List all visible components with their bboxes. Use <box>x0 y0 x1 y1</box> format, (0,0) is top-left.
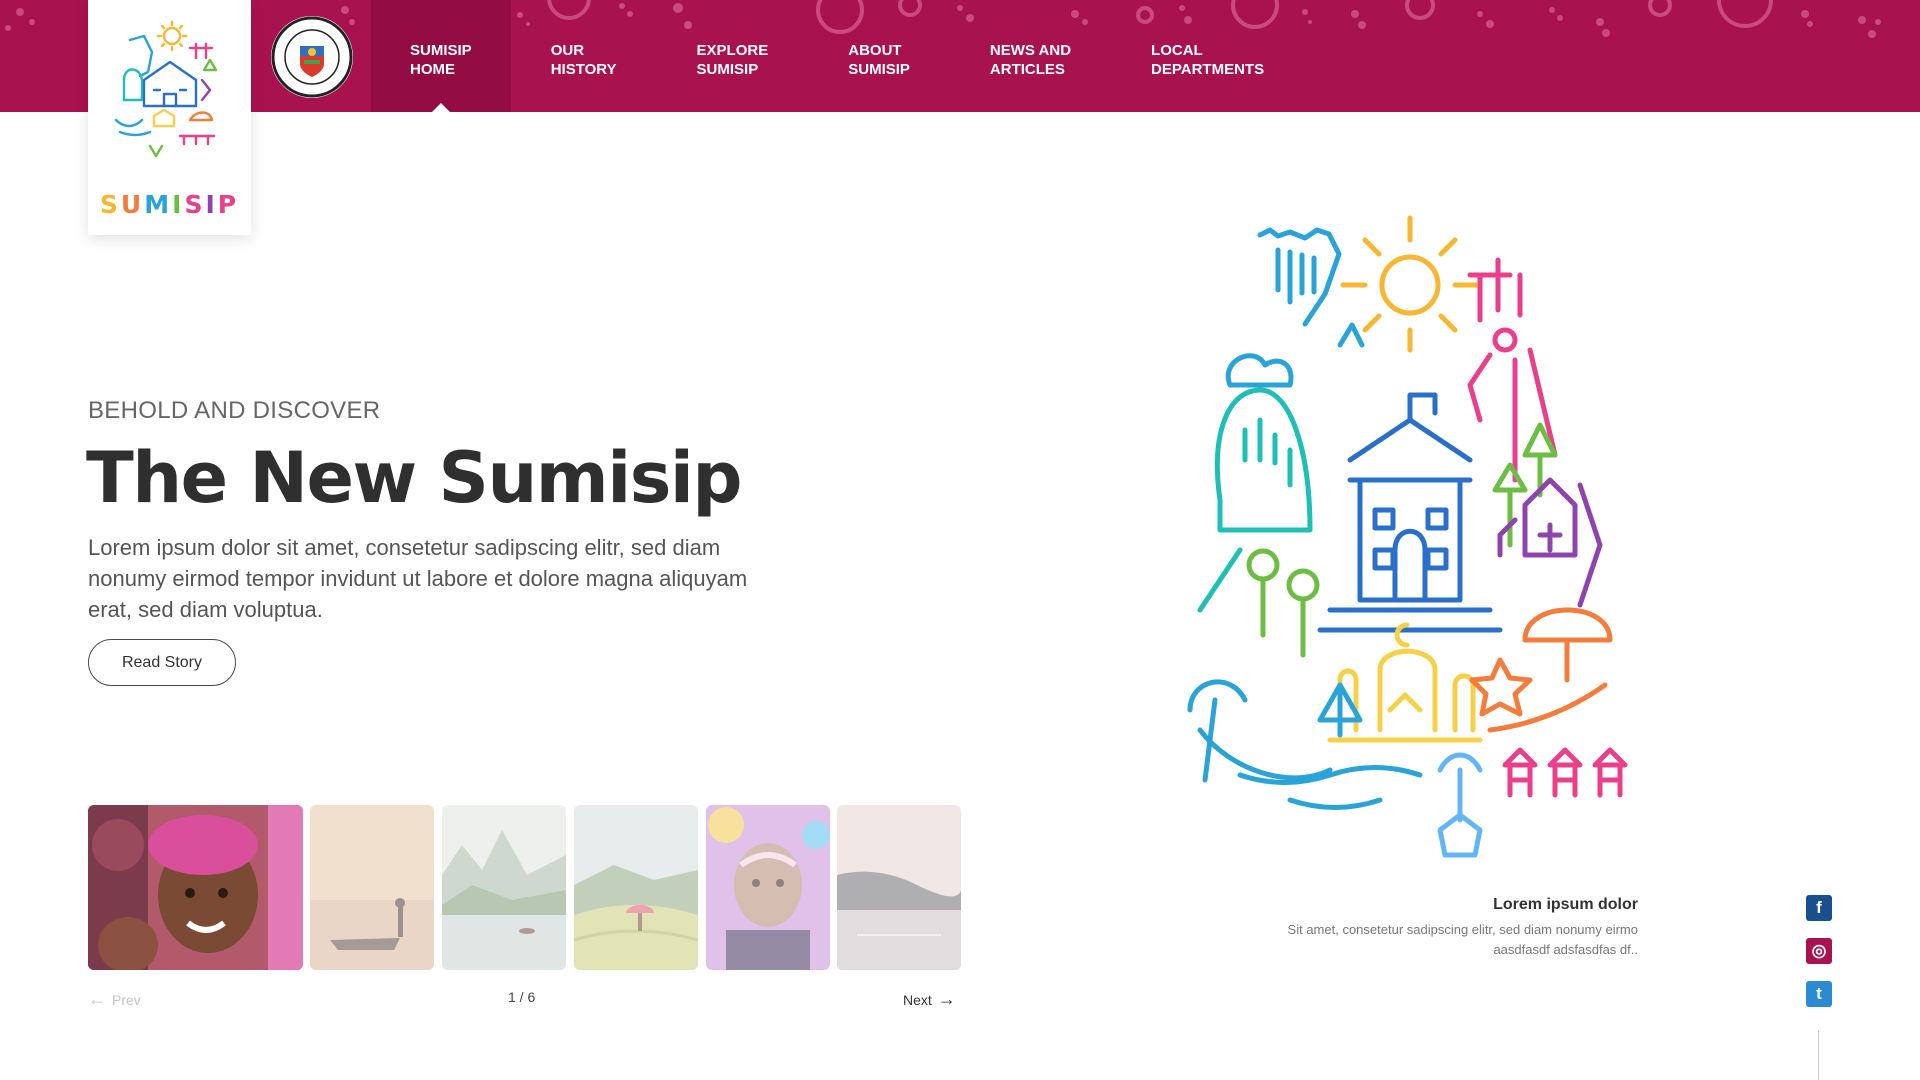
nav-item-about-sumisip[interactable]: ABOUT SUMISIP <box>808 0 950 112</box>
thumbnail-2[interactable] <box>310 805 434 970</box>
province-seal-icon <box>271 16 353 98</box>
thumbnail-3[interactable] <box>442 805 566 970</box>
nav-label-line2: ARTICLES <box>989 61 1065 78</box>
thumbnail-5[interactable] <box>706 805 830 970</box>
hero-title: The New Sumisip <box>86 437 742 519</box>
logo-letter: P <box>217 190 240 219</box>
province-seal[interactable] <box>271 16 353 98</box>
gallery-counter: 1 / 6 <box>508 989 536 1005</box>
arrow-right-icon: → <box>937 989 956 1009</box>
nav-label-line2: HOME <box>410 61 455 78</box>
nav-item-sumisip-home[interactable]: SUMISIP HOME <box>371 0 511 112</box>
nav-label-line1: ABOUT <box>848 42 902 59</box>
divider <box>1818 1030 1819 1080</box>
nav-label-line1: EXPLORE <box>696 42 769 59</box>
read-story-button[interactable]: Read Story <box>88 639 236 686</box>
hero-eyebrow: BEHOLD AND DISCOVER <box>88 397 381 424</box>
nav-label-line2: SUMISIP <box>848 61 910 78</box>
photo-terrace-icon <box>574 805 698 970</box>
logo-letter: S <box>184 190 206 219</box>
thumbnail-1[interactable] <box>88 805 303 970</box>
facebook-link[interactable]: f <box>1806 895 1832 921</box>
arrow-left-icon: ← <box>88 989 106 1009</box>
logo-letter: M <box>144 190 173 219</box>
nav-item-explore-sumisip[interactable]: EXPLORE SUMISIP <box>657 0 809 112</box>
caption-body: Sit amet, consetetur sadipscing elitr, s… <box>1287 922 1638 957</box>
photo-coast-icon <box>837 805 961 970</box>
logo-wordmark: SUMISIP <box>88 190 251 219</box>
prev-button[interactable]: ← Prev <box>88 989 141 1010</box>
sumisip-illustration-icon <box>1187 215 1628 858</box>
instagram-link[interactable]: ◎ <box>1806 938 1832 964</box>
nav-label-line1: SUMISIP <box>410 42 472 59</box>
site-logo[interactable]: SUMISIP <box>88 0 251 235</box>
thumbnail-6[interactable] <box>837 805 961 970</box>
sumisip-logo-icon <box>114 20 218 158</box>
photo-child-icon <box>88 805 303 970</box>
photo-facepaint-icon <box>706 805 830 970</box>
twitter-link[interactable]: t <box>1806 981 1832 1007</box>
facebook-icon: f <box>1816 898 1822 917</box>
nav-item-our-history[interactable]: OUR HISTORY <box>511 0 657 112</box>
next-button[interactable]: Next → <box>903 989 956 1010</box>
hero-body: Lorem ipsum dolor sit amet, consetetur s… <box>88 535 748 622</box>
next-label: Next <box>903 991 932 1008</box>
nav-label-line2: SUMISIP <box>696 61 759 78</box>
nav-label-line1: LOCAL <box>1151 42 1203 59</box>
photo-boat-icon <box>310 805 434 970</box>
nav-label-line1: NEWS AND <box>989 42 1072 59</box>
thumbnail-4[interactable] <box>574 805 698 970</box>
nav-item-news-articles[interactable]: NEWS AND ARTICLES <box>950 0 1111 112</box>
nav-label-line2: HISTORY <box>550 61 617 78</box>
logo-letter: S <box>99 190 121 219</box>
nav-label-line1: OUR <box>550 42 585 59</box>
nav-label-line2: DEPARTMENTS <box>1151 61 1265 78</box>
logo-letter: I <box>205 190 218 219</box>
twitter-icon: t <box>1816 984 1822 1003</box>
instagram-icon: ◎ <box>1811 941 1827 960</box>
logo-letter: I <box>172 190 185 219</box>
nav-item-local-departments[interactable]: LOCAL DEPARTMENTS <box>1111 0 1304 112</box>
caption-title: Lorem ipsum dolor <box>1493 896 1638 913</box>
main-nav: SUMISIP HOME OUR HISTORY EXPLORE SUMISIP… <box>371 0 1304 112</box>
logo-letter: U <box>120 190 145 219</box>
prev-label: Prev <box>112 991 141 1008</box>
photo-river-icon <box>442 805 566 970</box>
